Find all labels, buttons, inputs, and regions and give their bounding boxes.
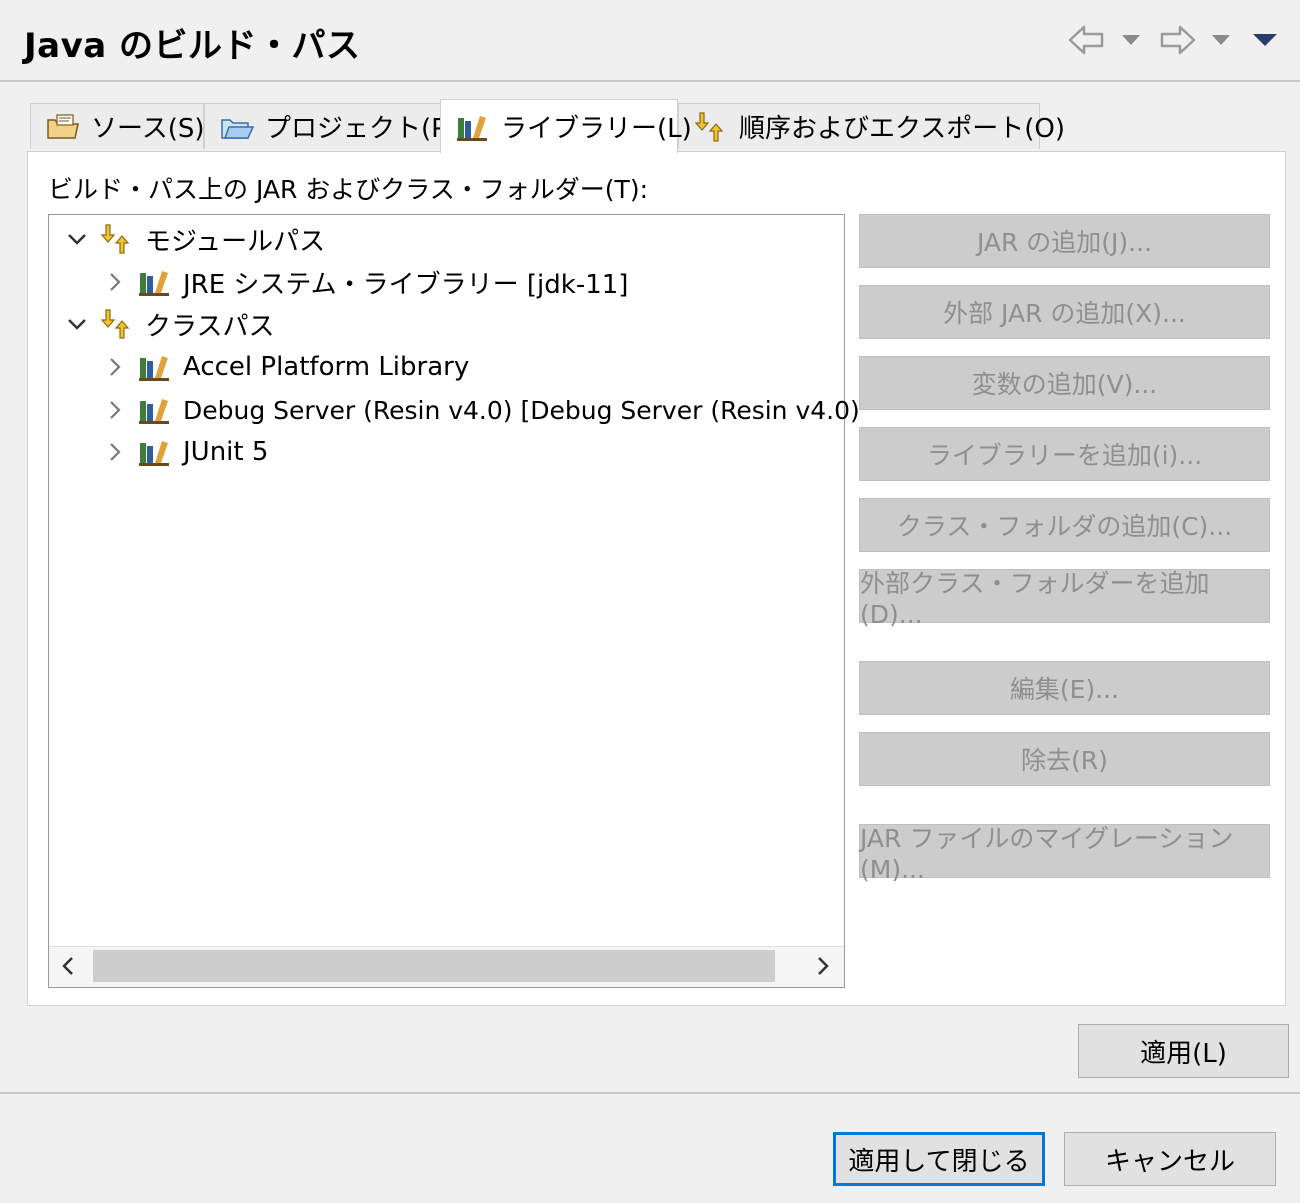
apply-button[interactable]: 適用(L) [1078,1024,1289,1078]
view-menu-icon [1253,34,1277,46]
back-button[interactable] [1068,20,1106,60]
tree-item-label: JRE システム・ライブラリー [jdk-11] [183,269,629,300]
scrollbar-thumb[interactable] [93,950,775,982]
back-arrow-icon [1068,25,1104,55]
add-jar-button[interactable]: JAR の追加(J)... [859,214,1270,268]
project-folder-icon [219,110,255,144]
tree-item-accel-platform-library[interactable]: Accel Platform Library [99,347,469,387]
page-title: Java のビルド・パス [24,26,361,66]
edit-button[interactable]: 編集(E)... [859,661,1270,715]
dialog-header: Java のビルド・パス [0,0,1300,82]
horizontal-scrollbar[interactable] [49,946,844,987]
tree-item-label: クラスパス [145,311,275,342]
remove-button[interactable]: 除去(R) [859,732,1270,786]
chevron-right-icon[interactable] [99,394,131,426]
library-icon [137,393,175,427]
chevron-down-icon[interactable] [61,308,93,340]
tab-label: ライブラリー(L) [501,114,692,144]
tab-libraries[interactable]: ライブラリー(L) [440,99,692,153]
migrate-jar-button[interactable]: JAR ファイルのマイグレーション(M)... [859,824,1270,884]
tree-item-label: JUnit 5 [183,437,269,467]
forward-button[interactable] [1158,20,1196,60]
chevron-down-icon[interactable] [61,223,93,255]
classpath-container-icon [99,222,137,256]
tab-label: ソース(S) [91,114,205,144]
order-export-icon [693,110,729,144]
forward-history-dropdown[interactable] [1210,20,1232,60]
dialog-footer: 適用して閉じる キャンセル [0,1092,1300,1203]
library-icon [455,110,491,144]
add-library-button[interactable]: ライブラリーを追加(i)... [859,427,1270,481]
chevron-down-icon [1122,35,1140,45]
apply-and-close-button[interactable]: 適用して閉じる [833,1132,1045,1186]
tree-item-junit5[interactable]: JUnit 5 [99,432,268,472]
add-external-class-folder-button[interactable]: 外部クラス・フォルダーを追加(D)... [859,569,1270,629]
scroll-left-icon[interactable] [61,955,75,981]
tree-item-debug-server[interactable]: Debug Server (Resin v4.0) [Debug Server … [99,390,860,430]
tree-item-label: Accel Platform Library [183,352,470,382]
tab-projects[interactable]: プロジェクト(P) [204,103,457,149]
chevron-down-icon [1212,35,1230,45]
source-folder-icon [45,110,81,144]
chevron-right-icon[interactable] [99,266,131,298]
chevron-right-icon[interactable] [99,351,131,383]
tab-label: 順序およびエクスポート(O) [739,114,1065,144]
build-path-tree[interactable]: モジュールパス JRE システム・ライブラリー [jdk-11] クラスパス A… [48,214,860,988]
tree-item-label: モジュールパス [145,226,326,257]
jars-classfolders-label: ビルド・パス上の JAR およびクラス・フォルダー(T): [48,175,649,204]
library-icon [137,350,175,384]
chevron-right-icon[interactable] [99,436,131,468]
scroll-right-icon[interactable] [816,955,830,981]
classpath-container-icon [99,307,137,341]
tab-label: プロジェクト(P) [265,114,457,144]
library-icon [137,435,175,469]
forward-arrow-icon [1160,25,1196,55]
tree-item-classpath[interactable]: クラスパス [61,304,274,344]
view-menu-button[interactable] [1252,20,1278,60]
tab-order-export[interactable]: 順序およびエクスポート(O) [678,103,1065,149]
add-variable-button[interactable]: 変数の追加(V)... [859,356,1270,410]
tree-item-modulepath[interactable]: モジュールパス [61,219,325,259]
add-class-folder-button[interactable]: クラス・フォルダの追加(C)... [859,498,1270,552]
add-external-jar-button[interactable]: 外部 JAR の追加(X)... [859,285,1270,339]
tab-source[interactable]: ソース(S) [30,103,205,149]
back-history-dropdown[interactable] [1120,20,1142,60]
tree-item-jre-system-library[interactable]: JRE システム・ライブラリー [jdk-11] [99,262,628,302]
tree-item-label: Debug Server (Resin v4.0) [Debug Server … [183,395,860,425]
libraries-panel: ビルド・パス上の JAR およびクラス・フォルダー(T): モジュールパス JR… [27,151,1286,1006]
cancel-button[interactable]: キャンセル [1064,1132,1276,1186]
library-icon [137,265,175,299]
